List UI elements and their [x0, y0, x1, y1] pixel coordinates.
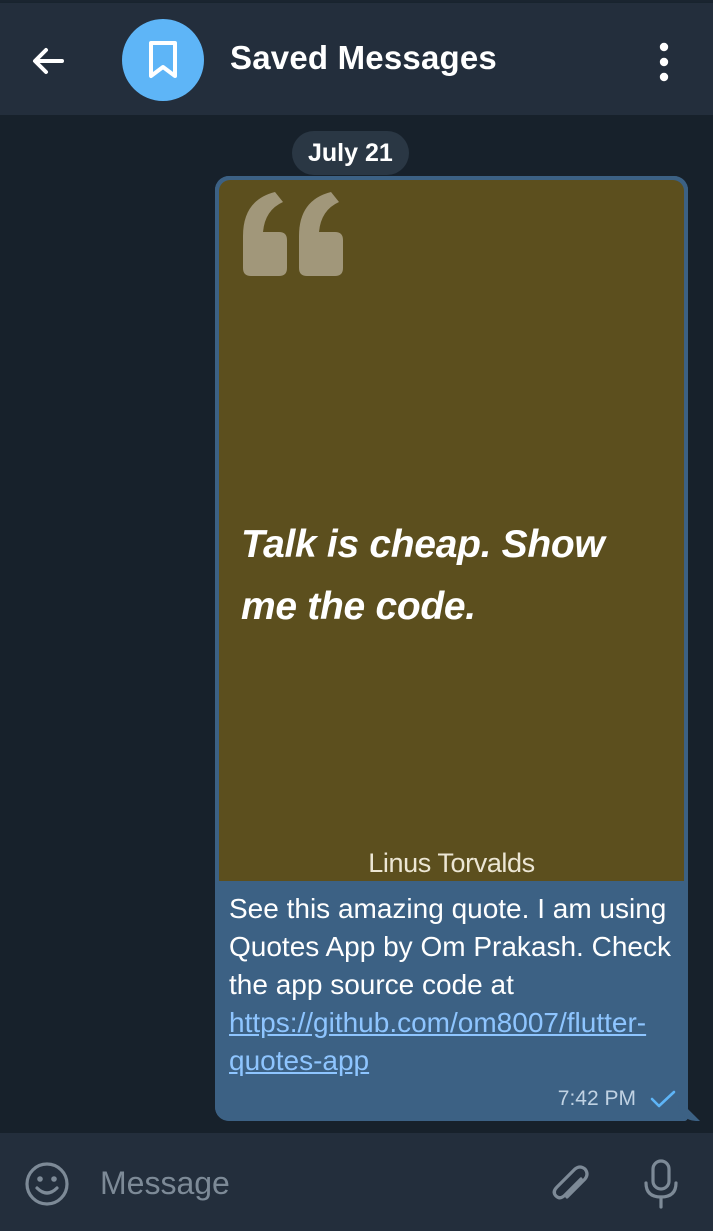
sent-check-icon [650, 1090, 676, 1108]
quote-image[interactable]: Talk is cheap. Show me the code. Linus T… [219, 180, 684, 881]
more-menu-button[interactable] [646, 41, 682, 85]
message-link[interactable]: https://github.com/om8007/flutter-quotes… [229, 1007, 646, 1076]
message-text: See this amazing quote. I am using Quote… [229, 890, 675, 1080]
emoji-button[interactable] [23, 1160, 71, 1208]
bookmark-icon [149, 41, 177, 78]
attach-button[interactable] [545, 1159, 593, 1207]
message-bubble[interactable]: Talk is cheap. Show me the code. Linus T… [215, 176, 688, 1121]
chat-title[interactable]: Saved Messages [230, 39, 497, 77]
back-button[interactable] [28, 41, 68, 81]
avatar[interactable] [122, 19, 204, 101]
voice-record-button[interactable] [638, 1157, 684, 1211]
chat-header: Saved Messages [0, 3, 713, 115]
message-time: 7:42 PM [557, 1087, 636, 1110]
quote-author: Linus Torvalds [368, 848, 535, 878]
emoji-icon [25, 1162, 69, 1206]
message-meta: 7:42 PM [558, 1087, 676, 1111]
arrow-left-icon [33, 48, 64, 74]
message-composer [0, 1133, 713, 1231]
date-separator: July 21 [292, 131, 409, 175]
quote-text: Talk is cheap. Show me the code. [241, 523, 605, 628]
message-input[interactable] [98, 1157, 522, 1209]
message-body: See this amazing quote. I am using Quote… [229, 893, 671, 1000]
quote-mark-icon [243, 192, 343, 276]
paperclip-icon [552, 1165, 589, 1200]
microphone-icon [644, 1159, 678, 1209]
message-list[interactable]: July 21 Talk is cheap. Show me the code.… [0, 115, 713, 1133]
more-vertical-icon [659, 42, 669, 82]
